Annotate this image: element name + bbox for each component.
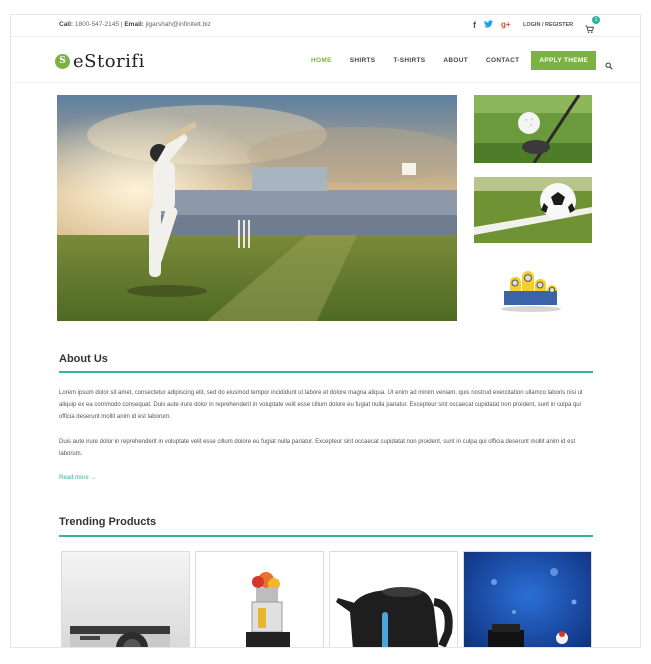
cart-count-badge: 1 [592, 16, 600, 24]
nav-item-t-shirts[interactable]: T-SHIRTS [393, 57, 425, 64]
product-card-juicer[interactable] [195, 551, 324, 647]
about-divider [59, 371, 593, 373]
contact-separator: | [120, 21, 123, 28]
minions-image[interactable] [474, 259, 592, 321]
call-label: Call: [59, 21, 74, 28]
nav-item-contact[interactable]: CONTACT [486, 57, 519, 64]
phone-number[interactable]: 1800-547-2145 [75, 21, 119, 28]
contact-info: Call: 1800-547-2145 | Email: jigarshah@i… [59, 21, 211, 28]
nav-item-home[interactable]: HOME [311, 57, 332, 64]
product-card-camera[interactable] [61, 551, 190, 647]
logo-text: eStorifi [73, 51, 145, 72]
main-nav: HOME SHIRTS T-SHIRTS ABOUT CONTACT APPLY… [311, 51, 613, 70]
product-grid [61, 551, 595, 647]
read-more-link[interactable]: Read more → [59, 475, 96, 481]
apply-theme-button[interactable]: APPLY THEME [531, 51, 597, 70]
hero-banner-image[interactable] [57, 95, 457, 321]
nav-item-shirts[interactable]: SHIRTS [350, 57, 376, 64]
trending-products-heading: Trending Products [59, 516, 157, 528]
product-card-bottle[interactable] [463, 551, 592, 647]
email-label: Email: [124, 21, 144, 28]
about-us-heading: About Us [59, 353, 108, 365]
social-links: f g+ [473, 20, 511, 30]
site-header: S eStorifi HOME SHIRTS T-SHIRTS ABOUT CO… [11, 37, 640, 83]
page-frame: Call: 1800-547-2145 | Email: jigarshah@i… [10, 14, 641, 648]
top-bar: Call: 1800-547-2145 | Email: jigarshah@i… [11, 15, 640, 37]
about-paragraph-2: Duis aute irure dolor in reprehenderit i… [59, 439, 576, 457]
twitter-icon[interactable] [484, 20, 493, 30]
golf-image[interactable] [474, 95, 592, 163]
trending-divider [59, 535, 593, 537]
email-address[interactable]: jigarshah@infinitelt.biz [146, 21, 211, 28]
facebook-icon[interactable]: f [473, 20, 476, 30]
site-logo[interactable]: S eStorifi [55, 51, 145, 72]
search-icon[interactable] [605, 57, 613, 70]
login-register-link[interactable]: LOGIN / REGISTER [523, 22, 573, 28]
soccer-image[interactable] [474, 177, 592, 243]
nav-item-about[interactable]: ABOUT [443, 57, 468, 64]
googleplus-icon[interactable]: g+ [501, 20, 511, 30]
about-paragraph-1: Lorem ipsum dolor sit amet, consectetur … [59, 390, 583, 420]
logo-icon: S [55, 54, 70, 69]
product-card-kettle[interactable] [329, 551, 458, 647]
